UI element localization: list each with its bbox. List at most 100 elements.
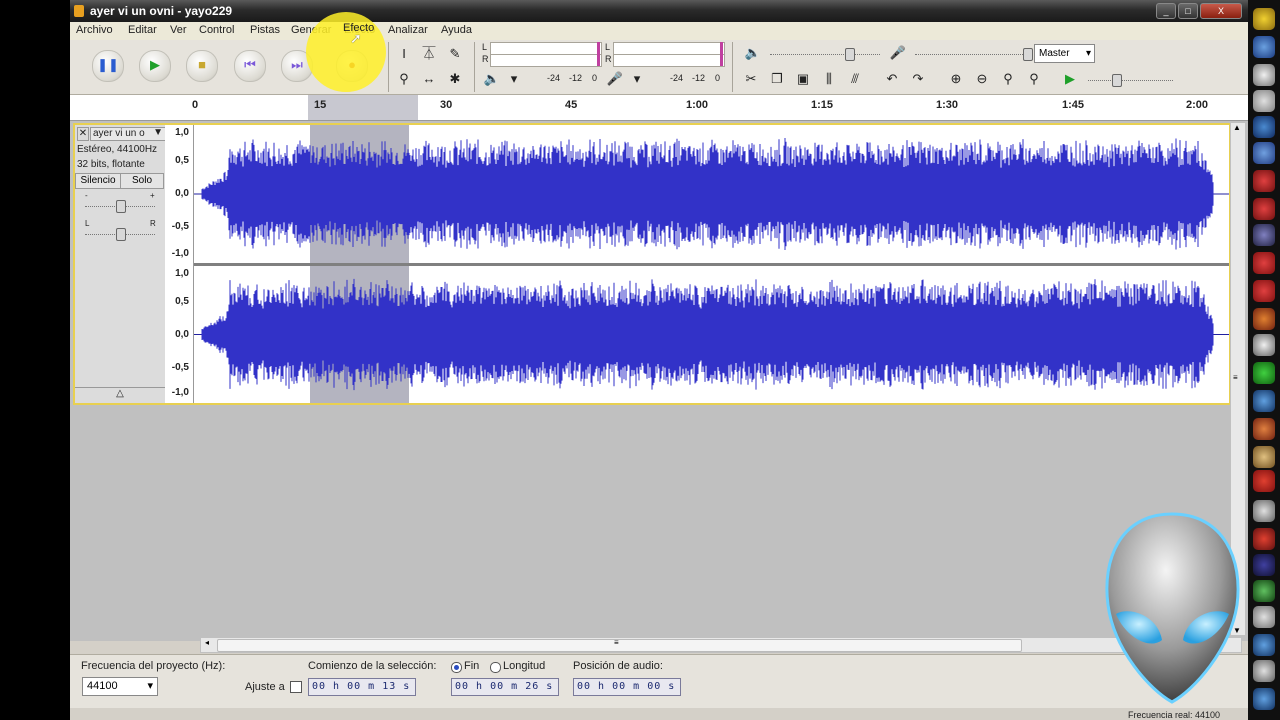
length-label: Longitud	[503, 660, 546, 672]
rec-meter-dropdown-icon[interactable]: ▾	[627, 69, 647, 89]
play-speed-slider[interactable]	[1088, 80, 1173, 82]
globe-icon[interactable]	[1253, 36, 1275, 58]
selection-end-time[interactable]: 00 h 00 m 26 s	[451, 678, 559, 696]
vscale-label: -1,0	[171, 387, 189, 398]
menu-ver[interactable]: Ver	[170, 24, 187, 36]
envelope-tool-icon[interactable]: ⏄	[419, 44, 439, 64]
input-volume-knob[interactable]	[1023, 48, 1033, 61]
app-icon[interactable]	[1253, 142, 1275, 164]
redo-icon[interactable]: ↷	[908, 69, 928, 89]
app-icon[interactable]	[1253, 64, 1275, 86]
app-icon[interactable]	[1253, 500, 1275, 522]
app-icon[interactable]	[1253, 390, 1275, 412]
app-icon[interactable]	[1253, 446, 1275, 468]
paste-icon[interactable]: ▣	[793, 69, 813, 89]
app-icon[interactable]	[1253, 470, 1275, 492]
audio-position-time[interactable]: 00 h 00 m 00 s	[573, 678, 681, 696]
trim-icon[interactable]: ⫼	[819, 69, 839, 89]
snap-checkbox[interactable]	[290, 681, 302, 693]
app-icon[interactable]	[1253, 634, 1275, 656]
horizontal-scrollbar[interactable]: ◂ ≡	[200, 637, 1242, 653]
pause-button[interactable]: ❚❚	[92, 50, 124, 82]
menu-control[interactable]: Control	[199, 24, 234, 36]
menu-pistas[interactable]: Pistas	[250, 24, 280, 36]
app-icon[interactable]	[1253, 660, 1275, 682]
fit-project-icon[interactable]: ⚲	[1024, 69, 1044, 89]
output-volume-knob[interactable]	[845, 48, 855, 61]
collapse-track-icon[interactable]: △	[75, 387, 165, 402]
draw-tool-icon[interactable]: ✎	[445, 44, 465, 64]
document-icon[interactable]	[1253, 90, 1275, 112]
output-volume-slider[interactable]	[770, 54, 880, 56]
zoom-tool-icon[interactable]: ⚲	[394, 69, 414, 89]
timeshift-tool-icon[interactable]: ↔	[419, 69, 439, 89]
play-at-speed-icon[interactable]: ▶	[1060, 69, 1080, 89]
scroll-thumb[interactable]	[217, 639, 1022, 652]
timeline-ruler[interactable]: 0 15 30 45 1:00 1:15 1:30 1:45 2:00	[70, 95, 1248, 121]
project-rate-select[interactable]: 44100 ▾	[82, 677, 158, 696]
selection-start-time[interactable]: 00 h 00 m 13 s	[308, 678, 416, 696]
output-volume-icon: 🔈	[744, 45, 762, 60]
zoom-in-icon[interactable]: ⊕	[946, 69, 966, 89]
input-volume-slider[interactable]	[915, 54, 1025, 56]
audio-position-label: Posición de audio:	[573, 660, 663, 672]
menu-ayuda[interactable]: Ayuda	[441, 24, 472, 36]
app-icon	[74, 5, 84, 17]
app-icon[interactable]	[1253, 528, 1275, 550]
multi-tool-icon[interactable]: ✱	[445, 69, 465, 89]
disc-icon[interactable]	[1253, 8, 1275, 30]
menu-archivo[interactable]: Archivo	[76, 24, 113, 36]
menu-analizar[interactable]: Analizar	[388, 24, 428, 36]
scroll-up-icon[interactable]: ▲	[1233, 123, 1241, 132]
app-icon[interactable]	[1253, 170, 1275, 192]
stop-button[interactable]: ■	[186, 50, 218, 82]
skip-start-button[interactable]: ⏮	[234, 50, 266, 82]
close-button[interactable]: X	[1200, 3, 1242, 19]
app-icon[interactable]	[1253, 362, 1275, 384]
end-radio[interactable]	[451, 662, 462, 673]
close-track-icon[interactable]: ✕	[77, 127, 89, 141]
app-icon[interactable]	[1253, 198, 1275, 220]
speaker-meter-icon[interactable]: 🔈	[482, 69, 502, 89]
length-radio[interactable]	[490, 662, 501, 673]
input-volume-icon: 🎤	[889, 45, 907, 60]
solo-button[interactable]: Solo	[120, 173, 164, 189]
maximize-button[interactable]: □	[1178, 3, 1198, 19]
app-icon[interactable]	[1253, 334, 1275, 356]
track-name-menu[interactable]: ayer vi un o ▼	[90, 127, 166, 141]
music-icon[interactable]	[1253, 224, 1275, 246]
menu-editar[interactable]: Editar	[128, 24, 157, 36]
app-icon[interactable]	[1253, 252, 1275, 274]
undo-icon[interactable]: ↶	[882, 69, 902, 89]
mic-meter-icon[interactable]: 🎤	[605, 69, 625, 89]
scroll-grip-icon: ≡	[1233, 373, 1238, 382]
vscale-label: 0,5	[175, 155, 189, 166]
minimize-button[interactable]: _	[1156, 3, 1176, 19]
end-label: Fin	[464, 660, 480, 672]
app-icon[interactable]	[1253, 688, 1275, 710]
track-info-format: Estéreo, 44100Hz	[77, 144, 158, 155]
silence-icon[interactable]: ⫻	[845, 69, 865, 89]
pan-knob[interactable]	[116, 228, 126, 241]
app-icon[interactable]	[1253, 418, 1275, 440]
app-icon[interactable]	[1253, 580, 1275, 602]
ruler-label: 2:00	[1186, 99, 1209, 111]
gain-knob[interactable]	[116, 200, 126, 213]
waveform-area[interactable]	[194, 125, 1229, 403]
play-meter-dropdown-icon[interactable]: ▾	[504, 69, 524, 89]
zoom-out-icon[interactable]: ⊖	[972, 69, 992, 89]
scroll-left-icon[interactable]: ◂	[205, 638, 209, 647]
play-speed-knob[interactable]	[1112, 74, 1122, 87]
youtube-icon[interactable]	[1253, 280, 1275, 302]
input-source-select[interactable]: Master ▾	[1034, 44, 1095, 63]
fit-selection-icon[interactable]: ⚲	[998, 69, 1018, 89]
app-icon[interactable]	[1253, 308, 1275, 330]
app-icon[interactable]	[1253, 116, 1275, 138]
selection-tool-icon[interactable]: I	[394, 44, 414, 64]
play-button[interactable]: ▶	[139, 50, 171, 82]
mute-button[interactable]: Silencio	[75, 173, 121, 189]
app-icon[interactable]	[1253, 554, 1275, 576]
cut-icon[interactable]: ✂	[741, 69, 761, 89]
copy-icon[interactable]: ❐	[767, 69, 787, 89]
app-icon[interactable]	[1253, 606, 1275, 628]
